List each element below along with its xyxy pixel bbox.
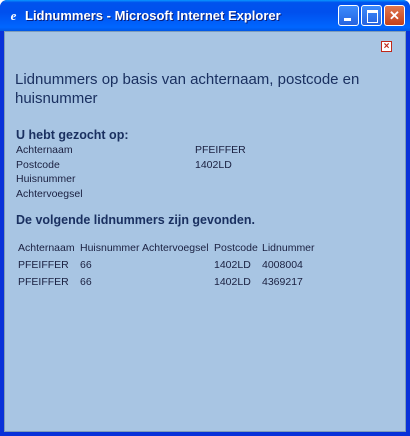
- search-criteria: Achternaam PFEIFFER Postcode 1402LD Huis…: [16, 143, 396, 201]
- column-header: Achternaam: [18, 241, 75, 254]
- criteria-row: Achtervoegsel: [16, 187, 396, 202]
- table-row: PFEIFFER 66 1402LD 4008004: [18, 256, 317, 273]
- window-title: Lidnummers - Microsoft Internet Explorer: [25, 8, 281, 23]
- results-heading: De volgende lidnummers zijn gevonden.: [16, 213, 255, 227]
- criteria-value: 1402LD: [195, 158, 232, 171]
- page-title: Lidnummers op basis van achternaam, post…: [15, 71, 360, 107]
- table-cell: 1402LD: [214, 258, 251, 271]
- page-content: × Lidnummers op basis van achternaam, po…: [4, 31, 406, 432]
- table-cell: 1402LD: [214, 275, 251, 288]
- table-cell: 66: [80, 258, 92, 271]
- column-header: Huisnummer: [80, 241, 140, 254]
- maximize-icon: [367, 10, 378, 23]
- criteria-row: Achternaam PFEIFFER: [16, 143, 396, 158]
- minimize-button[interactable]: [338, 5, 359, 26]
- table-header-row: Achternaam Huisnummer Achtervoegsel Post…: [18, 239, 317, 256]
- table-cell: 4008004: [262, 258, 303, 271]
- column-header: Lidnummer: [262, 241, 315, 254]
- browser-window: e Lidnummers - Microsoft Internet Explor…: [0, 0, 410, 436]
- table-cell: 4369217: [262, 275, 303, 288]
- close-window-icon: ✕: [389, 8, 400, 23]
- criteria-value: PFEIFFER: [195, 144, 246, 156]
- criteria-label: Postcode: [16, 158, 60, 171]
- table-cell: [142, 273, 214, 290]
- title-bar[interactable]: e Lidnummers - Microsoft Internet Explor…: [0, 0, 410, 31]
- search-heading: U hebt gezocht op:: [16, 128, 129, 142]
- internet-explorer-icon: e: [10, 8, 17, 23]
- table-cell: PFEIFFER: [18, 275, 69, 288]
- criteria-row: Huisnummer: [16, 172, 396, 187]
- column-header: Postcode: [214, 241, 258, 254]
- criteria-row: Postcode 1402LD: [16, 158, 396, 173]
- close-window-button[interactable]: ✕: [384, 5, 405, 26]
- criteria-label: Huisnummer: [16, 173, 76, 185]
- criteria-label: Achternaam: [16, 144, 73, 156]
- minimize-icon: [344, 18, 351, 21]
- criteria-label: Achtervoegsel: [16, 187, 83, 200]
- table-cell: 66: [80, 275, 92, 288]
- close-icon[interactable]: ×: [381, 41, 392, 52]
- window-bottom-border: [0, 432, 410, 436]
- results-table: Achternaam Huisnummer Achtervoegsel Post…: [18, 239, 317, 290]
- table-cell: PFEIFFER: [18, 258, 69, 271]
- table-cell: [142, 256, 214, 273]
- table-row: PFEIFFER 66 1402LD 4369217: [18, 273, 317, 290]
- column-header: Achtervoegsel: [142, 241, 209, 254]
- maximize-button[interactable]: [361, 5, 382, 26]
